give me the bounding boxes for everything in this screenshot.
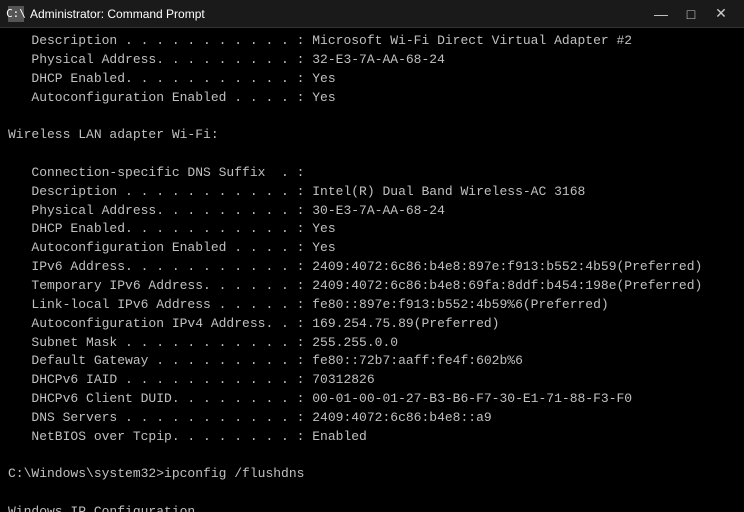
minimize-button[interactable]: — (646, 0, 676, 28)
title-bar-left: C:\ Administrator: Command Prompt (8, 6, 205, 22)
maximize-button[interactable]: □ (676, 0, 706, 28)
console-output: Description . . . . . . . . . . . : Micr… (0, 28, 744, 512)
title-bar: C:\ Administrator: Command Prompt — □ ✕ (0, 0, 744, 28)
window: C:\ Administrator: Command Prompt — □ ✕ … (0, 0, 744, 512)
window-controls: — □ ✕ (646, 0, 736, 28)
window-title: Administrator: Command Prompt (30, 7, 205, 21)
close-button[interactable]: ✕ (706, 0, 736, 28)
cmd-icon: C:\ (8, 6, 24, 22)
